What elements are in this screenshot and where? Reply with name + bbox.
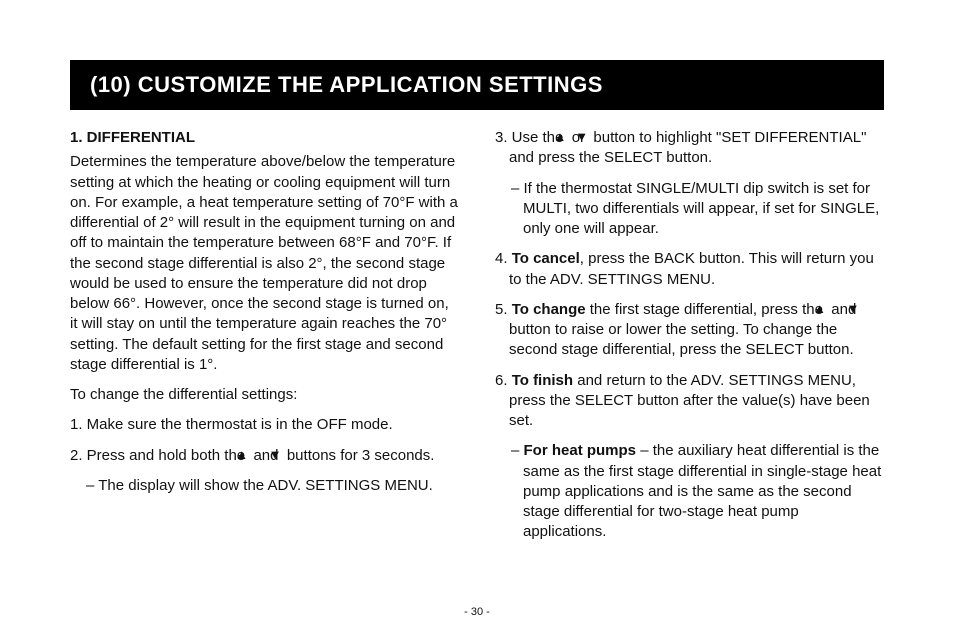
step-4-num: 4. [495,250,512,267]
step-3-sub: – If the thermostat SINGLE/MULTI dip swi… [495,179,884,240]
page-number: - 30 - [0,606,954,618]
step-2: 2. Press and hold both the ▲ and ▼ butto… [70,446,459,466]
step-2-text-pre: 2. Press and hold both the [70,447,249,464]
body-columns: 1. DIFFERENTIAL Determines the temperatu… [70,128,884,553]
step-5-num: 5. [495,301,512,318]
step-4: 4. To cancel, press the BACK button. Thi… [495,249,884,290]
step-1: 1. Make sure the thermostat is in the OF… [70,415,459,435]
step-2-text-post: buttons for 3 seconds. [283,447,435,464]
step-6-sub-dash: – [511,442,524,459]
step-6-num: 6. [495,372,512,389]
section-header: (10) CUSTOMIZE THE APPLICATION SETTINGS [70,60,884,110]
differential-heading: 1. DIFFERENTIAL [70,128,459,148]
step-5-bold: To change [512,301,586,318]
step-2-sub: – The display will show the ADV. SETTING… [70,476,459,496]
page: (10) CUSTOMIZE THE APPLICATION SETTINGS … [0,0,954,636]
step-3: 3. Use the ▲ or ▼ button to highlight "S… [495,128,884,169]
differential-description: Determines the temperature above/below t… [70,152,459,375]
step-6-bold: To finish [512,372,573,389]
change-intro: To change the differential settings: [70,385,459,405]
right-column: 3. Use the ▲ or ▼ button to highlight "S… [495,128,884,553]
step-6-sub-bold: For heat pumps [524,442,637,459]
step-5: 5. To change the first stage differentia… [495,300,884,361]
step-6: 6. To finish and return to the ADV. SETT… [495,371,884,432]
step-5-mid1: the first stage differential, press the [586,301,828,318]
step-6-sub: – For heat pumps – the auxiliary heat di… [495,441,884,542]
step-4-bold: To cancel [512,250,580,267]
step-5-post: button to raise or lower the setting. To… [509,321,854,358]
left-column: 1. DIFFERENTIAL Determines the temperatu… [70,128,459,553]
